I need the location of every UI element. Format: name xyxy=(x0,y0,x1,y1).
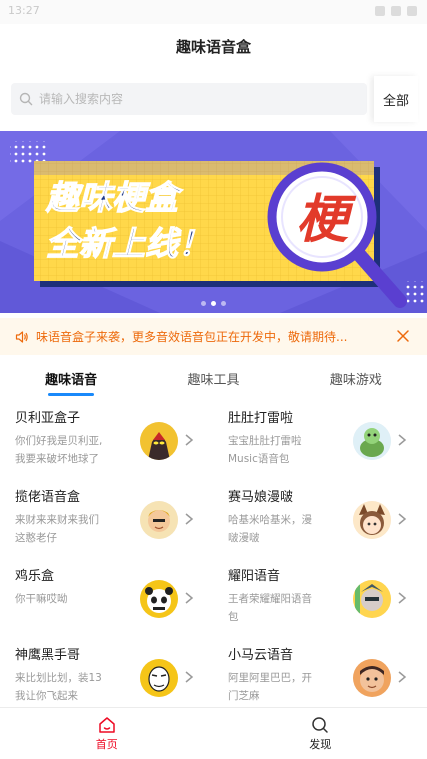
nav-label: 发现 xyxy=(309,738,332,751)
voice-pack-desc: 来财来来财来我们这憨老仔 xyxy=(15,514,99,544)
banner-pagination xyxy=(0,301,427,306)
speaker-icon xyxy=(15,330,28,343)
close-icon[interactable] xyxy=(396,329,410,343)
voice-pack-card[interactable]: 小马云语音 阿里阿里巴巴，开门芝麻 xyxy=(213,633,423,706)
banner-badge-char: 梗 xyxy=(296,190,357,250)
tab-fun-tools[interactable]: 趣味工具 xyxy=(142,360,284,396)
voice-pack-desc: 哈基米哈基米，漫啵漫啵 xyxy=(228,514,312,544)
voice-pack-card[interactable]: 贝利亚盒子 你们好我是贝利亚,我要来破坏地球了 xyxy=(0,396,210,476)
notice-bar: 味语音盒子来袭，更多音效语音包正在开发中，敬请期待... xyxy=(0,318,427,355)
nav-label: 首页 xyxy=(95,738,118,751)
voice-pack-desc: 你们好我是贝利亚,我要来破坏地球了 xyxy=(15,435,103,465)
search-bar: 全部 xyxy=(0,76,427,124)
voice-pack-name: 鸡乐盒 xyxy=(15,569,55,584)
sketch-face-avatar xyxy=(140,659,178,697)
signal-icon xyxy=(391,6,401,16)
kid-face-avatar xyxy=(353,659,391,697)
voice-pack-name: 神鹰黑手哥 xyxy=(15,648,81,663)
tab-fun-games[interactable]: 趣味游戏 xyxy=(285,360,427,396)
nav-discover[interactable]: 发现 xyxy=(214,708,427,759)
notice-text: 味语音盒子来袭，更多音效语音包正在开发中，敬请期待... xyxy=(36,330,348,344)
voice-pack-name: 贝利亚盒子 xyxy=(15,411,81,426)
chevron-right-icon xyxy=(185,592,194,604)
status-icons xyxy=(375,6,417,16)
chevron-right-icon xyxy=(185,513,194,525)
tab-label: 趣味工具 xyxy=(187,372,240,388)
tab-fun-voice[interactable]: 趣味语音 xyxy=(0,360,142,396)
hero-avatar xyxy=(353,580,391,618)
tab-label: 趣味游戏 xyxy=(329,372,382,388)
turtle-avatar xyxy=(353,422,391,460)
chevron-right-icon xyxy=(398,434,407,446)
voice-pack-card[interactable]: 神鹰黑手哥 来比划比划，装13我让你飞起来 xyxy=(0,633,210,706)
chevron-right-icon xyxy=(398,671,407,683)
chevron-right-icon xyxy=(185,671,194,683)
search-icon xyxy=(19,92,33,106)
nav-home[interactable]: 首页 xyxy=(0,708,214,759)
chevron-right-icon xyxy=(185,434,194,446)
voice-pack-desc: 来比划比划，装13我让你飞起来 xyxy=(15,672,102,702)
voice-pack-desc: 阿里阿里巴巴，开门芝麻 xyxy=(228,672,312,702)
category-tabs: 趣味语音 趣味工具 趣味游戏 xyxy=(0,360,427,396)
banner-artwork: 趣味梗盒 全新上线！ 梗 xyxy=(0,131,427,313)
voice-pack-card[interactable]: 赛马娘漫啵 哈基米哈基米，漫啵漫啵 xyxy=(213,475,423,555)
voice-pack-name: 耀阳语音 xyxy=(228,569,281,584)
search-scope-label: 全部 xyxy=(382,93,409,109)
banner-dot[interactable] xyxy=(221,301,226,306)
voice-pack-name: 小马云语音 xyxy=(228,648,294,663)
banner-dot-active[interactable] xyxy=(211,301,216,306)
bottom-tab-bar: 首页 发现 xyxy=(0,707,427,759)
chevron-right-icon xyxy=(398,513,407,525)
status-time: 13:27 xyxy=(8,4,40,17)
search-icon xyxy=(312,717,328,733)
status-bar: 13:27 xyxy=(0,0,427,24)
voice-pack-name: 赛马娘漫啵 xyxy=(228,490,294,505)
voice-pack-desc: 王者荣耀耀阳语音包 xyxy=(228,593,312,623)
voice-pack-card[interactable]: 肚肚打雷啦 宝宝肚肚打雷啦Music语音包 xyxy=(213,396,423,476)
panda-avatar xyxy=(140,580,178,618)
ultraman-belial-avatar xyxy=(140,422,178,460)
voice-pack-desc: 宝宝肚肚打雷啦Music语音包 xyxy=(228,435,302,465)
horse-girl-avatar xyxy=(353,501,391,539)
search-scope-dropdown[interactable]: 全部 xyxy=(374,76,418,122)
home-icon xyxy=(99,717,115,733)
chevron-right-icon xyxy=(398,592,407,604)
nav-bar: 趣味语音盒 xyxy=(0,24,427,68)
page-title: 趣味语音盒 xyxy=(175,37,251,56)
banner-dot[interactable] xyxy=(201,301,206,306)
battery-icon xyxy=(407,6,417,16)
cartoon-boy-avatar xyxy=(140,501,178,539)
promo-banner[interactable]: 趣味梗盒 全新上线！ 梗 xyxy=(0,131,427,313)
banner-line1: 趣味梗盒 xyxy=(45,178,183,217)
voice-pack-card[interactable]: 耀阳语音 王者荣耀耀阳语音包 xyxy=(213,554,423,634)
voice-pack-grid: 贝利亚盒子 你们好我是贝利亚,我要来破坏地球了 肚肚打雷啦 宝宝肚肚打雷啦Mus… xyxy=(0,396,427,706)
voice-pack-desc: 你干嘛哎呦 xyxy=(15,593,68,605)
voice-pack-name: 肚肚打雷啦 xyxy=(228,411,294,426)
tab-label: 趣味语音 xyxy=(45,372,98,388)
search-input[interactable] xyxy=(39,92,339,106)
banner-line2: 全新上线！ xyxy=(46,224,211,263)
search-box[interactable] xyxy=(11,83,367,115)
voice-pack-card[interactable]: 揽佬语音盒 来财来来财来我们这憨老仔 xyxy=(0,475,210,555)
voice-pack-card[interactable]: 鸡乐盒 你干嘛哎呦 xyxy=(0,554,210,634)
voice-pack-name: 揽佬语音盒 xyxy=(15,490,81,505)
wifi-icon xyxy=(375,6,385,16)
